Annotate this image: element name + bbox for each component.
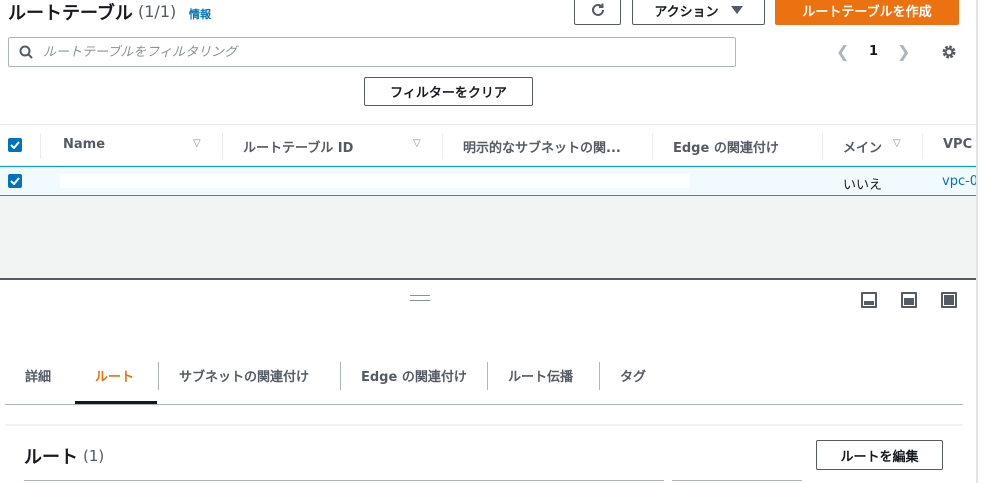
table-empty-area <box>0 196 978 279</box>
tab-details[interactable]: 詳細 <box>25 366 51 385</box>
row-checkbox[interactable] <box>8 174 22 188</box>
page-title: ルートテーブル <box>8 3 133 24</box>
info-link[interactable]: 情報 <box>189 6 211 22</box>
selection-count: (1/1) <box>138 2 177 21</box>
tab-tags[interactable]: タグ <box>620 366 646 385</box>
create-route-table-button[interactable]: ルートテーブルを作成 <box>775 0 959 25</box>
column-header-explicit-subnet[interactable]: 明示的なサブネットの関... <box>463 137 621 156</box>
tab-edge-associations[interactable]: Edge の関連付け <box>361 366 467 385</box>
cell-vpc-link[interactable]: vpc-0 <box>942 174 978 189</box>
redacted-filter-token <box>5 72 347 106</box>
select-all-checkbox[interactable] <box>8 138 22 152</box>
panel-bottom-icon[interactable] <box>861 292 877 308</box>
page-number[interactable]: 1 <box>869 44 878 59</box>
search-input[interactable] <box>43 42 723 62</box>
active-tab-indicator <box>75 401 157 404</box>
tab-route-propagation[interactable]: ルート伝播 <box>508 366 573 385</box>
routes-title: ルート <box>24 447 78 468</box>
caret-down-icon <box>730 6 743 14</box>
cell-main: いいえ <box>843 178 883 193</box>
sort-icon[interactable]: ▽ <box>413 138 421 149</box>
tab-subnet-associations[interactable]: サブネットの関連付け <box>179 366 309 385</box>
previous-page-icon[interactable]: ❮ <box>836 42 849 61</box>
gear-icon[interactable] <box>940 43 958 61</box>
next-page-icon[interactable]: ❯ <box>897 42 910 61</box>
refresh-button[interactable] <box>574 0 621 25</box>
column-header-route-table-id[interactable]: ルートテーブル ID <box>243 137 353 156</box>
sort-icon[interactable]: ▽ <box>893 138 901 149</box>
redacted-row-content <box>60 174 690 188</box>
panel-full-icon[interactable] <box>941 292 957 308</box>
search-icon <box>19 45 33 59</box>
column-header-main[interactable]: メイン <box>843 137 882 156</box>
column-header-vpc[interactable]: VPC <box>943 137 972 152</box>
panel-split-icon[interactable] <box>901 292 917 308</box>
column-header-edge-associations[interactable]: Edge の関連付け <box>673 137 779 156</box>
filter-search-box[interactable] <box>8 37 736 67</box>
actions-label: アクション <box>654 4 719 20</box>
actions-dropdown[interactable]: アクション <box>632 0 765 25</box>
split-pane-divider[interactable] <box>0 278 978 280</box>
clear-filters-button[interactable]: フィルターをクリア <box>364 77 533 106</box>
redacted-selection-title <box>5 317 593 337</box>
resize-handle-icon[interactable] <box>410 295 430 301</box>
detail-tabs: 詳細 ルート サブネットの関連付け Edge の関連付け ルート伝播 タグ <box>5 352 963 405</box>
scrollbar-edge <box>976 0 978 483</box>
sort-icon[interactable]: ▽ <box>193 138 201 149</box>
column-header-name[interactable]: Name <box>63 137 105 152</box>
checkmark-icon <box>10 141 20 149</box>
refresh-icon <box>591 3 604 16</box>
routes-count: (1) <box>83 447 105 465</box>
tab-routes[interactable]: ルート <box>95 366 134 385</box>
edit-routes-button[interactable]: ルートを編集 <box>816 440 943 470</box>
table-header: Name ▽ ルートテーブル ID ▽ 明示的なサブネットの関... Edge … <box>0 124 978 166</box>
checkmark-icon <box>10 177 20 185</box>
